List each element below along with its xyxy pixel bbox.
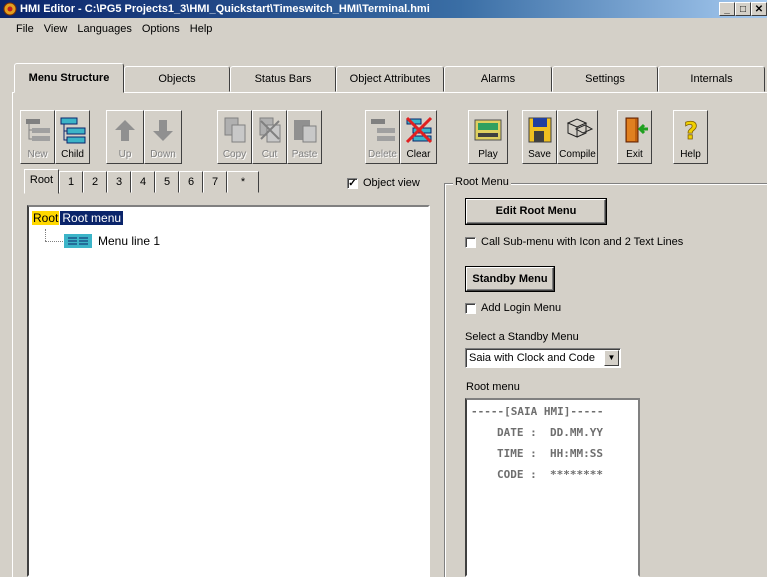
tree-node-menu-line[interactable]: Menu line 1	[64, 234, 160, 248]
minimize-button[interactable]: _	[719, 2, 735, 16]
tab-objects[interactable]: Objects	[124, 66, 230, 92]
subtab-4[interactable]: 4	[131, 171, 155, 193]
help-button[interactable]: ? Help	[673, 110, 708, 164]
down-button[interactable]: Down	[144, 110, 182, 164]
tree-connector	[45, 229, 46, 241]
terminal-icon	[474, 119, 502, 141]
cut-icon	[259, 117, 280, 143]
tab-object-attributes[interactable]: Object Attributes	[336, 66, 444, 92]
add-login-option[interactable]: Add Login Menu	[465, 302, 561, 314]
menu-options[interactable]: Options	[137, 23, 185, 35]
object-view-toggle[interactable]: ✓ Object view	[347, 177, 420, 189]
app-icon	[3, 2, 17, 16]
root-menu-legend: Root Menu	[453, 176, 511, 188]
edit-root-menu-button[interactable]: Edit Root Menu	[466, 199, 606, 224]
subtab-1[interactable]: 1	[59, 171, 83, 193]
menu-view[interactable]: View	[39, 23, 73, 35]
standby-select-label: Select a Standby Menu	[465, 331, 579, 343]
clear-button[interactable]: Clear	[400, 110, 437, 164]
menu-languages[interactable]: Languages	[72, 23, 136, 35]
compile-blocks-icon	[566, 118, 593, 138]
new-tree-icon	[25, 119, 50, 141]
call-submenu-checkbox[interactable]	[465, 236, 476, 248]
tree-root-node[interactable]: Root Root menu	[32, 211, 124, 225]
menu-line-icon	[64, 234, 92, 248]
delete-button[interactable]: Delete	[365, 110, 400, 164]
main-tabs: Menu Structure Objects Status Bars Objec…	[14, 63, 767, 93]
maximize-button[interactable]: □	[735, 2, 751, 16]
subtab-3[interactable]: 3	[107, 171, 131, 193]
up-button[interactable]: Up	[106, 110, 144, 164]
copy-icon	[224, 117, 245, 143]
menu-help[interactable]: Help	[185, 23, 218, 35]
play-button[interactable]: Play	[468, 110, 508, 164]
window-title: HMI Editor - C:\PG5 Projects1_3\HMI_Quic…	[20, 3, 430, 15]
tree-connector	[45, 241, 63, 242]
new-button[interactable]: New	[20, 110, 55, 164]
tab-alarms[interactable]: Alarms	[444, 66, 552, 92]
compile-button[interactable]: Compile	[557, 110, 598, 164]
standby-menu-select[interactable]: Saia with Clock and Code ▼	[465, 348, 621, 368]
cut-button[interactable]: Cut	[252, 110, 287, 164]
exit-door-icon	[625, 117, 648, 143]
call-submenu-label: Call Sub-menu with Icon and 2 Text Lines	[481, 236, 684, 248]
standby-menu-button[interactable]: Standby Menu	[466, 267, 554, 291]
delete-tree-icon	[370, 119, 395, 141]
svg-text:?: ?	[684, 117, 698, 145]
child-tree-icon	[60, 117, 85, 144]
subtab-7[interactable]: 7	[203, 171, 227, 193]
call-submenu-option[interactable]: Call Sub-menu with Icon and 2 Text Lines	[465, 236, 683, 248]
root-menu-preview: -----[SAIA HMI]----- DATE : DD.MM.YY TIM…	[465, 398, 640, 577]
dropdown-arrow-icon[interactable]: ▼	[604, 350, 619, 366]
exit-button[interactable]: Exit	[617, 110, 652, 164]
paste-button[interactable]: Paste	[287, 110, 322, 164]
subtab-2[interactable]: 2	[83, 171, 107, 193]
arrow-down-icon	[153, 120, 173, 141]
menu-file[interactable]: File	[0, 23, 39, 35]
root-menu-label: Root menu	[60, 211, 124, 225]
add-login-checkbox[interactable]	[465, 302, 476, 314]
menu-bar: File View Languages Options Help	[0, 19, 767, 39]
object-view-label: Object view	[363, 177, 420, 189]
subtab-5[interactable]: 5	[155, 171, 179, 193]
menu-line-label: Menu line 1	[98, 234, 161, 248]
subtab-root[interactable]: Root	[24, 169, 59, 194]
arrow-up-icon	[115, 120, 135, 141]
preview-line: TIME : HH:MM:SS	[497, 447, 603, 460]
question-mark-icon: ?	[683, 117, 698, 145]
preview-line: DATE : DD.MM.YY	[497, 426, 603, 439]
paste-icon	[293, 120, 316, 143]
title-bar: HMI Editor - C:\PG5 Projects1_3\HMI_Quic…	[0, 0, 767, 18]
object-view-checkbox[interactable]: ✓	[347, 177, 358, 189]
clear-tree-icon	[405, 116, 432, 144]
subtab-new[interactable]: *	[227, 171, 259, 193]
tab-settings[interactable]: Settings	[552, 66, 658, 92]
save-button[interactable]: Save	[522, 110, 557, 164]
preview-line: CODE : ********	[497, 468, 603, 481]
tab-internals[interactable]: Internals	[658, 66, 765, 92]
child-button[interactable]: Child	[55, 110, 90, 164]
subtab-6[interactable]: 6	[179, 171, 203, 193]
preview-line: -----[SAIA HMI]-----	[471, 405, 604, 418]
tab-menu-structure[interactable]: Menu Structure	[14, 63, 124, 93]
preview-label: Root menu	[466, 381, 520, 393]
root-badge: Root	[32, 211, 60, 225]
menu-tree[interactable]: Root Root menu Menu line 1	[27, 205, 430, 577]
copy-button[interactable]: Copy	[217, 110, 252, 164]
standby-select-value: Saia with Clock and Code	[469, 352, 595, 364]
floppy-disk-icon	[528, 117, 551, 143]
close-button[interactable]: ✕	[751, 2, 767, 16]
add-login-label: Add Login Menu	[481, 302, 562, 314]
tab-status-bars[interactable]: Status Bars	[230, 66, 336, 92]
